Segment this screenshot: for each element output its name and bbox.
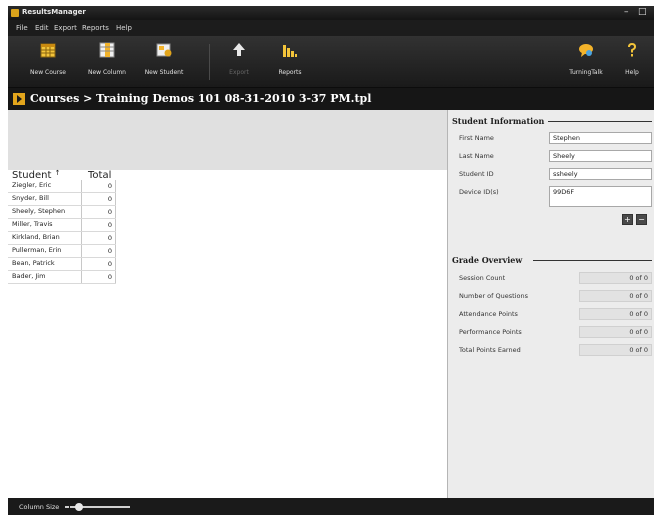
- toolbar: New Course New Column New Student Export…: [8, 36, 654, 88]
- toolbar-separator: [209, 44, 210, 80]
- help-label: Help: [625, 69, 639, 76]
- student-name: Bean, Patrick: [12, 259, 55, 267]
- breadcrumb-bar: Courses > Training Demos 101 08-31-2010 …: [8, 88, 654, 110]
- total-points-value: 0 of 0: [579, 344, 652, 356]
- student-name: Pullerman, Erin: [12, 246, 62, 254]
- session-count-label: Session Count: [459, 274, 506, 282]
- student-name: Ziegler, Eric: [12, 181, 52, 189]
- last-name-field[interactable]: Sheely: [549, 150, 652, 162]
- student-total: 0: [81, 258, 116, 270]
- window-title: ResultsManager: [22, 8, 86, 16]
- play-arrow-icon[interactable]: [13, 93, 25, 105]
- device-id-label: Device ID(s): [459, 188, 499, 196]
- reports-label: Reports: [278, 69, 302, 76]
- speech-bubble-icon: [579, 44, 593, 57]
- menu-export[interactable]: Export: [54, 24, 77, 32]
- session-count-value: 0 of 0: [579, 272, 652, 284]
- help-button[interactable]: Help: [618, 40, 646, 84]
- student-info-panel: Student Information First Name Stephen L…: [447, 110, 654, 498]
- turning-talk-label: TurningTalk: [569, 69, 603, 76]
- student-name: Kirkland, Brian: [12, 233, 60, 241]
- student-total: 0: [81, 180, 116, 192]
- first-name-label: First Name: [459, 134, 494, 142]
- student-info-title: Student Information: [452, 116, 545, 126]
- attendance-value: 0 of 0: [579, 308, 652, 320]
- table-row[interactable]: Ziegler, Eric 0: [8, 180, 116, 193]
- student-id-label: Student ID: [459, 170, 494, 178]
- menu-edit[interactable]: Edit: [35, 24, 49, 32]
- menu-help[interactable]: Help: [116, 24, 132, 32]
- menu-reports[interactable]: Reports: [82, 24, 109, 32]
- new-column-label: New Column: [88, 69, 126, 76]
- device-id-field[interactable]: 99D6F: [549, 186, 652, 207]
- title-bar: ResultsManager – □: [8, 6, 654, 20]
- table-row[interactable]: Bean, Patrick 0: [8, 258, 116, 271]
- grade-overview-title: Grade Overview: [452, 255, 523, 265]
- student-card-icon: [156, 43, 172, 57]
- table-row[interactable]: Miller, Travis 0: [8, 219, 116, 232]
- gradebook-grid: Student ↑ Total Ziegler, Eric 0 Snyder, …: [8, 110, 447, 498]
- add-device-button[interactable]: +: [622, 214, 633, 225]
- new-column-button[interactable]: New Column: [84, 40, 130, 84]
- student-name: Bader, Jim: [12, 272, 46, 280]
- export-arrow-icon: [233, 43, 245, 56]
- student-total: 0: [81, 245, 116, 257]
- gradebook-header-area: [8, 110, 447, 170]
- status-bar: Column Size: [8, 498, 654, 515]
- bar-chart-icon: [283, 45, 297, 57]
- performance-label: Performance Points: [459, 328, 522, 336]
- remove-device-button[interactable]: −: [636, 214, 647, 225]
- maximize-button[interactable]: □: [638, 7, 647, 18]
- table-row[interactable]: Kirkland, Brian 0: [8, 232, 116, 245]
- performance-value: 0 of 0: [579, 326, 652, 338]
- slider-minus-mark: [65, 506, 69, 508]
- export-button[interactable]: Export: [224, 40, 254, 84]
- app-logo-icon: [11, 9, 19, 17]
- column-table-icon: [99, 42, 115, 58]
- first-name-field[interactable]: Stephen: [549, 132, 652, 144]
- student-name: Miller, Travis: [12, 220, 53, 228]
- turning-talk-button[interactable]: TurningTalk: [563, 40, 609, 84]
- student-total: 0: [81, 193, 116, 205]
- new-course-button[interactable]: New Course: [26, 40, 70, 84]
- attendance-label: Attendance Points: [459, 310, 518, 318]
- new-student-label: New Student: [144, 69, 184, 76]
- new-course-label: New Course: [30, 69, 66, 76]
- new-student-button[interactable]: New Student: [140, 40, 188, 84]
- total-points-label: Total Points Earned: [459, 346, 521, 354]
- minimize-button[interactable]: –: [624, 7, 629, 18]
- last-name-label: Last Name: [459, 152, 494, 160]
- menu-file[interactable]: File: [16, 24, 28, 32]
- column-size-label: Column Size: [19, 503, 60, 511]
- student-id-field[interactable]: ssheely: [549, 168, 652, 180]
- question-mark-icon: [628, 43, 636, 57]
- menu-bar: File Edit Export Reports Help: [8, 20, 654, 36]
- table-row[interactable]: Sheely, Stephen 0: [8, 206, 116, 219]
- reports-button[interactable]: Reports: [272, 40, 308, 84]
- calendar-grid-icon: [40, 43, 56, 58]
- student-total: 0: [81, 206, 116, 218]
- breadcrumb: Courses > Training Demos 101 08-31-2010 …: [30, 92, 372, 105]
- student-total: 0: [81, 271, 116, 283]
- main-area: Student ↑ Total Ziegler, Eric 0 Snyder, …: [8, 110, 654, 498]
- student-total: 0: [81, 232, 116, 244]
- column-size-slider-handle[interactable]: [75, 503, 83, 511]
- row-divider: [8, 283, 116, 284]
- student-name: Sheely, Stephen: [12, 207, 66, 215]
- table-row[interactable]: Bader, Jim 0: [8, 271, 116, 284]
- table-row[interactable]: Snyder, Bill 0: [8, 193, 116, 206]
- export-label: Export: [229, 69, 249, 76]
- section-divider: [548, 121, 652, 122]
- results-manager-window: ResultsManager – □ File Edit Export Repo…: [8, 6, 654, 515]
- sort-arrow-icon: ↑: [54, 169, 61, 177]
- table-row[interactable]: Pullerman, Erin 0: [8, 245, 116, 258]
- student-name: Snyder, Bill: [12, 194, 49, 202]
- questions-label: Number of Questions: [459, 292, 528, 300]
- section-divider: [533, 260, 652, 261]
- student-total: 0: [81, 219, 116, 231]
- questions-value: 0 of 0: [579, 290, 652, 302]
